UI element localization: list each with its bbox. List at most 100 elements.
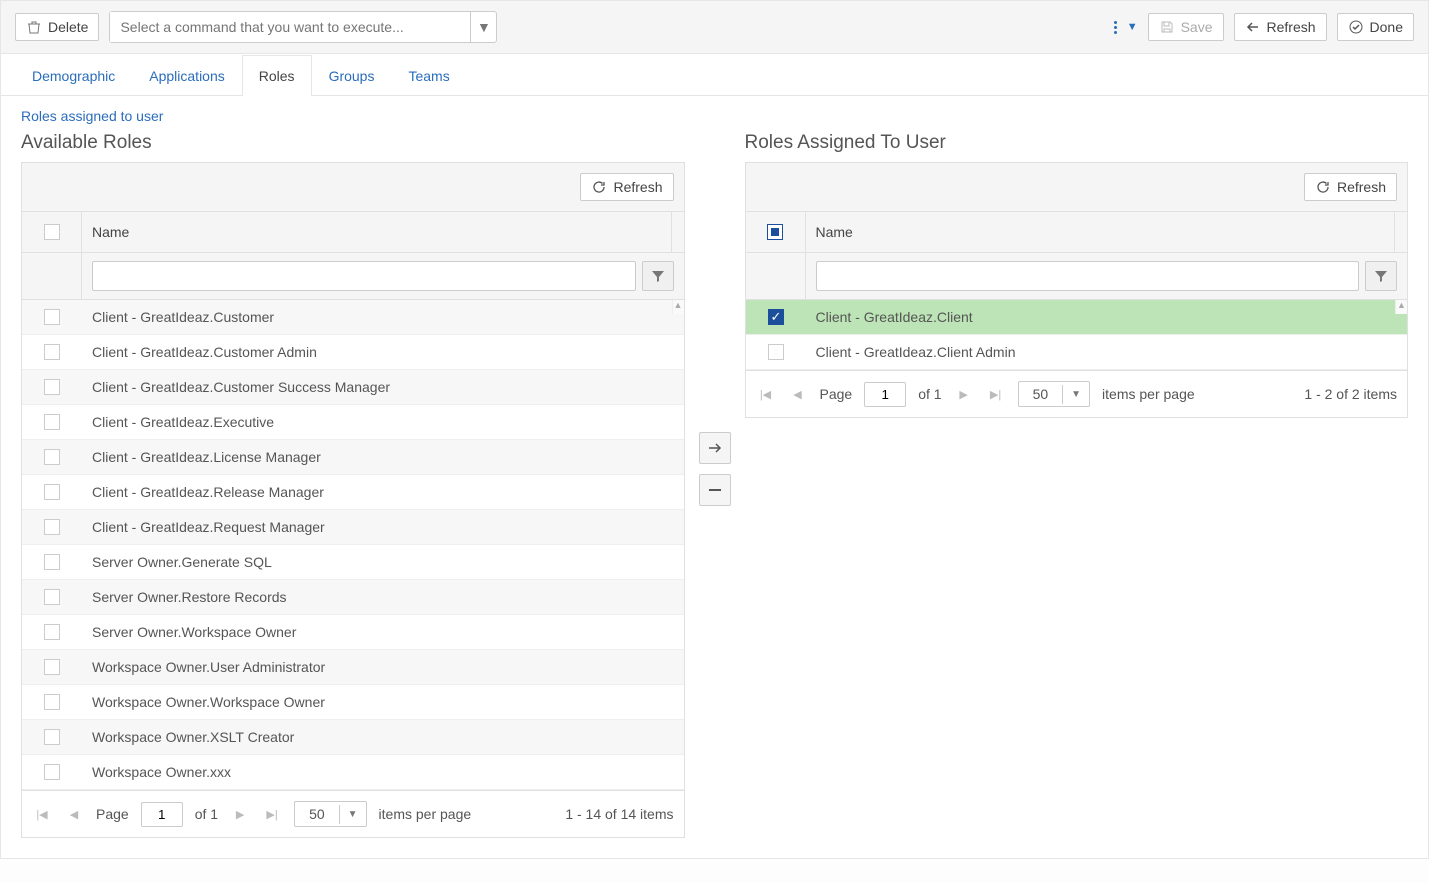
- table-row[interactable]: Workspace Owner.xxx: [22, 755, 684, 790]
- available-title: Available Roles: [21, 132, 685, 154]
- row-checkbox[interactable]: [44, 729, 60, 745]
- row-name: Client - GreatIdeaz.Customer Success Man…: [82, 370, 684, 404]
- pager-last-icon[interactable]: ▶|: [262, 804, 282, 824]
- pager-first-icon[interactable]: |◀: [756, 384, 776, 404]
- row-name: Client - GreatIdeaz.Request Manager: [82, 510, 684, 544]
- assigned-filter-button[interactable]: [1365, 261, 1397, 291]
- row-checkbox[interactable]: [44, 379, 60, 395]
- row-checkbox[interactable]: [44, 309, 60, 325]
- row-checkbox[interactable]: [44, 764, 60, 780]
- row-checkbox[interactable]: [44, 449, 60, 465]
- table-row[interactable]: Client - GreatIdeaz.Customer Admin: [22, 335, 684, 370]
- assigned-page-input[interactable]: [864, 382, 906, 407]
- assign-button[interactable]: [699, 432, 731, 464]
- row-name: Workspace Owner.User Administrator: [82, 650, 684, 684]
- chevron-down-icon: ▼: [1062, 385, 1089, 404]
- table-row[interactable]: Workspace Owner.User Administrator: [22, 650, 684, 685]
- refresh-button[interactable]: Refresh: [1234, 13, 1327, 41]
- command-input[interactable]: [110, 12, 470, 42]
- assigned-refresh-button[interactable]: Refresh: [1304, 173, 1397, 201]
- tabbar: DemographicApplicationsRolesGroupsTeams: [1, 54, 1428, 96]
- assigned-pagesize-select[interactable]: 50 ▼: [1018, 381, 1090, 407]
- table-row[interactable]: Client - GreatIdeaz.Release Manager: [22, 475, 684, 510]
- assigned-grid: Refresh Name: [745, 162, 1409, 418]
- minus-icon: [709, 488, 721, 492]
- row-checkbox[interactable]: [44, 554, 60, 570]
- save-label: Save: [1181, 19, 1213, 35]
- row-name: Client - GreatIdeaz.Customer: [82, 300, 684, 334]
- delete-button[interactable]: Delete: [15, 13, 99, 41]
- table-row[interactable]: Client - GreatIdeaz.Client Admin: [746, 335, 1408, 370]
- available-refresh-button[interactable]: Refresh: [580, 173, 673, 201]
- row-checkbox[interactable]: [44, 589, 60, 605]
- refresh-icon: [1315, 179, 1331, 195]
- done-label: Done: [1370, 19, 1403, 35]
- row-name: Client - GreatIdeaz.Client Admin: [806, 335, 1408, 369]
- save-button[interactable]: Save: [1148, 13, 1224, 41]
- available-filter-input[interactable]: [92, 261, 636, 291]
- available-pagesize-select[interactable]: 50 ▼: [294, 801, 366, 827]
- table-row[interactable]: Client - GreatIdeaz.Customer Success Man…: [22, 370, 684, 405]
- delete-label: Delete: [48, 19, 88, 35]
- pager-next-icon[interactable]: ▶: [954, 384, 974, 404]
- table-row[interactable]: Client - GreatIdeaz.Request Manager: [22, 510, 684, 545]
- available-column-name[interactable]: Name: [82, 212, 672, 252]
- table-row[interactable]: Client - GreatIdeaz.Client: [746, 300, 1408, 335]
- available-filter-button[interactable]: [642, 261, 674, 291]
- assigned-title: Roles Assigned To User: [745, 132, 1409, 154]
- assigned-column-name[interactable]: Name: [806, 212, 1396, 252]
- table-row[interactable]: Server Owner.Restore Records: [22, 580, 684, 615]
- assigned-pager: |◀ ◀ Page of 1 ▶ ▶| 50 ▼ items per page: [746, 370, 1408, 417]
- row-checkbox[interactable]: [44, 414, 60, 430]
- available-roles-panel: Available Roles Refresh Name: [21, 132, 685, 838]
- assigned-filter-input[interactable]: [816, 261, 1360, 291]
- row-checkbox[interactable]: [768, 309, 784, 325]
- table-row[interactable]: Server Owner.Workspace Owner: [22, 615, 684, 650]
- pager-next-icon[interactable]: ▶: [230, 804, 250, 824]
- row-checkbox[interactable]: [44, 484, 60, 500]
- table-row[interactable]: Workspace Owner.XSLT Creator: [22, 720, 684, 755]
- available-page-input[interactable]: [141, 802, 183, 827]
- scroll-up-icon[interactable]: ▲: [672, 300, 684, 314]
- more-menu-icon[interactable]: [1114, 21, 1117, 34]
- row-checkbox[interactable]: [44, 344, 60, 360]
- pager-first-icon[interactable]: |◀: [32, 804, 52, 824]
- pager-prev-icon[interactable]: ◀: [64, 804, 84, 824]
- available-grid: Refresh Name: [21, 162, 685, 838]
- table-row[interactable]: Client - GreatIdeaz.Executive: [22, 405, 684, 440]
- tab-groups[interactable]: Groups: [312, 55, 392, 96]
- row-name: Workspace Owner.Workspace Owner: [82, 685, 684, 719]
- tab-roles[interactable]: Roles: [242, 55, 312, 96]
- roles-assigned-link[interactable]: Roles assigned to user: [21, 108, 163, 124]
- assigned-pager-summary: 1 - 2 of 2 items: [1304, 386, 1397, 402]
- tab-applications[interactable]: Applications: [132, 55, 242, 96]
- table-row[interactable]: Client - GreatIdeaz.License Manager: [22, 440, 684, 475]
- available-pager-summary: 1 - 14 of 14 items: [565, 806, 673, 822]
- subnav: Roles assigned to user: [21, 108, 1408, 124]
- row-checkbox[interactable]: [44, 519, 60, 535]
- chevron-down-icon: ▼: [339, 805, 366, 824]
- row-checkbox[interactable]: [44, 694, 60, 710]
- refresh-icon: [591, 179, 607, 195]
- assigned-select-all-checkbox[interactable]: [767, 224, 783, 240]
- available-select-all-checkbox[interactable]: [44, 224, 60, 240]
- back-arrow-icon: [1245, 19, 1261, 35]
- tab-demographic[interactable]: Demographic: [15, 55, 132, 96]
- row-checkbox[interactable]: [768, 344, 784, 360]
- unassign-button[interactable]: [699, 474, 731, 506]
- row-name: Server Owner.Generate SQL: [82, 545, 684, 579]
- scroll-up-icon[interactable]: ▲: [1395, 300, 1407, 314]
- pager-prev-icon[interactable]: ◀: [788, 384, 808, 404]
- tab-teams[interactable]: Teams: [391, 55, 466, 96]
- table-row[interactable]: Client - GreatIdeaz.Customer: [22, 300, 684, 335]
- done-button[interactable]: Done: [1337, 13, 1414, 41]
- row-checkbox[interactable]: [44, 659, 60, 675]
- command-dropdown-button[interactable]: ▼: [470, 12, 496, 42]
- table-row[interactable]: Workspace Owner.Workspace Owner: [22, 685, 684, 720]
- dropdown-icon[interactable]: ▼: [1127, 21, 1138, 33]
- pager-last-icon[interactable]: ▶|: [986, 384, 1006, 404]
- table-row[interactable]: Server Owner.Generate SQL: [22, 545, 684, 580]
- transfer-buttons: [697, 132, 733, 506]
- command-combo[interactable]: ▼: [109, 11, 497, 43]
- row-checkbox[interactable]: [44, 624, 60, 640]
